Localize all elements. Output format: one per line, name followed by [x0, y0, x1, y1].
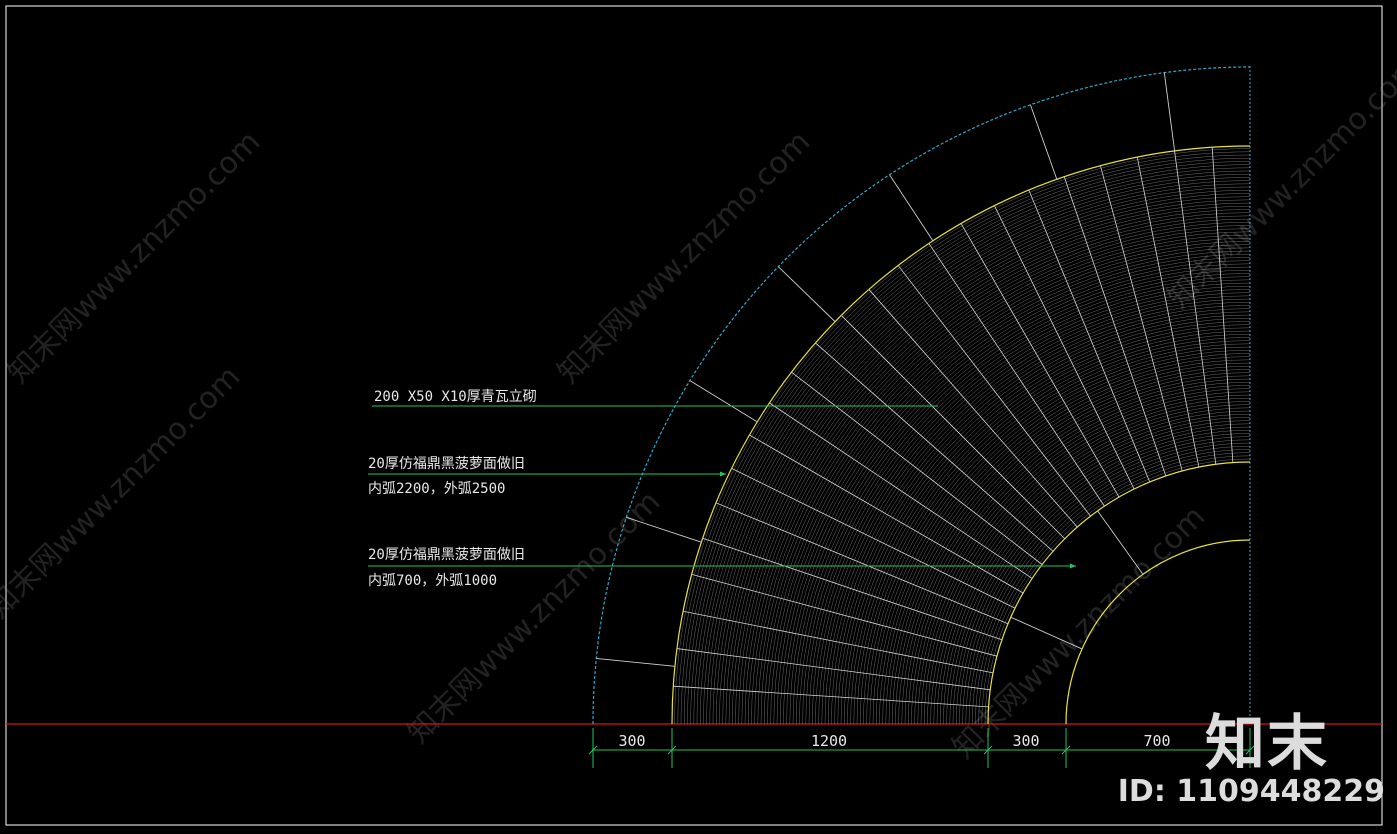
tile-band-hatch	[673, 147, 1251, 725]
band-joint-3	[683, 610, 994, 674]
dimension-labels: 300 1200 300 700	[618, 732, 1170, 750]
dimension-label-3: 300	[1012, 732, 1039, 750]
brand-id-label: ID: 1109448229	[1117, 774, 1385, 809]
watermark-4: 知末网www.znzmo.com	[0, 359, 247, 625]
annotation-2-line-2: 内弧2200，外弧2500	[368, 481, 505, 497]
dimension-label-1: 300	[618, 732, 645, 750]
leader-arrow-2	[720, 471, 726, 477]
watermark-1: 知末网www.znzmo.com	[1, 124, 267, 390]
inner-divider-1	[1097, 510, 1144, 575]
leader-arrow-3	[1070, 563, 1076, 569]
watermark-6: 知末网www.znzmo.com	[946, 499, 1212, 765]
outer-divider-0	[596, 657, 675, 667]
brand-logo: 知末	[1205, 709, 1329, 779]
band-joint-11	[815, 342, 1054, 552]
annotation-3-line-2: 内弧700，外弧1000	[368, 573, 497, 589]
outer-divider-6	[1163, 72, 1176, 151]
annotation-3-line-1: 20厚仿福鼎黑菠萝面做旧	[368, 547, 525, 563]
outer-divider-4	[889, 174, 934, 242]
annotations: 200 X50 X10厚青瓦立砌 20厚仿福鼎黑菠萝面做旧 内弧2200，外弧2…	[368, 389, 537, 589]
watermark-5: 知末网www.znzmo.com	[401, 484, 667, 750]
outer-divider-5	[1029, 104, 1058, 180]
annotation-2-line-1: 20厚仿福鼎黑菠萝面做旧	[368, 456, 525, 472]
outer-divider-3	[778, 266, 836, 322]
annotation-1-line-1: 200 X50 X10厚青瓦立砌	[374, 389, 537, 405]
band-joint-21	[1136, 157, 1200, 468]
dimension-label-2: 1200	[811, 732, 847, 750]
watermark-3: 知末网www.znzmo.com	[1161, 49, 1397, 315]
outer-divider-2	[689, 380, 758, 423]
band-joint-13	[868, 289, 1078, 528]
watermark-2: 知末网www.znzmo.com	[551, 124, 817, 390]
band-joint-12	[841, 315, 1066, 540]
cad-drawing-canvas: 知末网www.znzmo.com 知末网www.znzmo.com 知末网www…	[0, 5, 1397, 826]
dimension-label-4: 700	[1143, 732, 1170, 750]
